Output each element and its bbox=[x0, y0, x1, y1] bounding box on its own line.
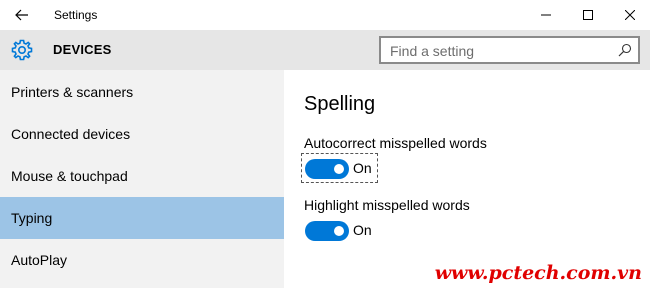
autocorrect-label: Autocorrect misspelled words bbox=[304, 135, 487, 151]
section-title: Spelling bbox=[304, 93, 376, 115]
sidebar-item-label: Mouse & touchpad bbox=[11, 168, 128, 184]
main-content: Spelling Autocorrect misspelled words On… bbox=[284, 70, 650, 288]
sidebar: Printers & scanners Connected devices Mo… bbox=[0, 70, 284, 288]
sidebar-item-label: Printers & scanners bbox=[11, 84, 134, 100]
toggle-state: On bbox=[353, 222, 372, 238]
close-button[interactable] bbox=[610, 0, 650, 30]
search-icon[interactable] bbox=[618, 43, 632, 57]
maximize-button[interactable] bbox=[568, 0, 608, 30]
highlight-label: Highlight misspelled words bbox=[304, 197, 470, 213]
sidebar-item-connected-devices[interactable]: Connected devices bbox=[0, 113, 284, 155]
toggle-knob bbox=[334, 164, 344, 174]
watermark: www.pctech.com.vn bbox=[434, 262, 642, 284]
back-button[interactable] bbox=[0, 0, 44, 30]
toggle-knob bbox=[334, 226, 344, 236]
sidebar-item-label: AutoPlay bbox=[11, 252, 68, 268]
back-arrow-icon bbox=[15, 9, 28, 21]
toggle-switch[interactable] bbox=[305, 221, 349, 241]
minimize-icon bbox=[541, 14, 551, 16]
autocorrect-toggle[interactable]: On bbox=[301, 153, 378, 183]
title-bar: Settings bbox=[0, 0, 650, 30]
sidebar-item-label: Connected devices bbox=[11, 126, 131, 142]
toggle-state: On bbox=[353, 160, 372, 176]
sidebar-item-autoplay[interactable]: AutoPlay bbox=[0, 239, 284, 281]
window-title: Settings bbox=[54, 8, 98, 22]
maximize-icon bbox=[583, 10, 593, 20]
sidebar-item-typing[interactable]: Typing bbox=[0, 197, 284, 239]
toggle-switch[interactable] bbox=[305, 159, 349, 179]
gear-icon bbox=[11, 39, 33, 61]
minimize-button[interactable] bbox=[526, 0, 566, 30]
sidebar-item-printers-scanners[interactable]: Printers & scanners bbox=[0, 71, 284, 113]
sidebar-item-label: Typing bbox=[11, 210, 53, 226]
close-icon bbox=[625, 10, 635, 20]
sidebar-item-mouse-touchpad[interactable]: Mouse & touchpad bbox=[0, 155, 284, 197]
search-placeholder: Find a setting bbox=[390, 43, 475, 59]
page-title: DEVICES bbox=[53, 42, 112, 57]
search-input[interactable]: Find a setting bbox=[379, 36, 640, 64]
highlight-toggle[interactable]: On bbox=[302, 216, 377, 244]
